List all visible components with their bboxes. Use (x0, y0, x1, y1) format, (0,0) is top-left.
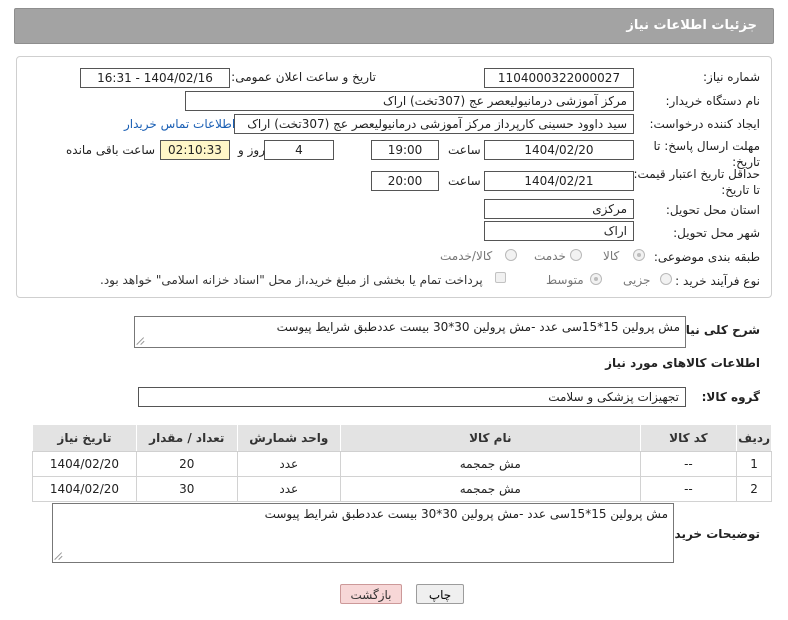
process-radio-medium[interactable] (590, 273, 602, 285)
category-label: طبقه بندی موضوعی: (653, 250, 760, 264)
cell-row: 2 (736, 476, 772, 502)
cell-unit: عدد (236, 476, 341, 502)
cell-quantity: 30 (135, 476, 238, 502)
description-textarea[interactable]: مش پرولین 15*15سی عدد -مش پرولین 30*30 ب… (134, 316, 686, 348)
cell-need-date: 1404/02/20 (32, 451, 137, 477)
page-header: جزئیات اطلاعات نیاز (14, 8, 774, 44)
deadline-date-field: 1404/02/20 (484, 140, 634, 160)
goods-group-field: تجهیزات پزشکی و سلامت (138, 387, 686, 407)
goods-section-title: اطلاعات کالاهای مورد نیاز (605, 356, 760, 370)
process-option-medium: متوسط (546, 273, 584, 287)
city-field: اراک (484, 221, 634, 241)
resize-handle-icon[interactable] (55, 552, 63, 560)
city-label: شهر محل تحویل: (673, 226, 760, 240)
validity-label: حداقل تاریخ اعتبار قیمت: تا تاریخ: (633, 167, 760, 197)
buyer-notes-text: مش پرولین 15*15سی عدد -مش پرولین 30*30 ب… (264, 507, 668, 521)
col-code: کد کالا (639, 424, 738, 452)
col-unit: واحد شمارش (236, 424, 341, 452)
goods-table: ردیف کد کالا نام کالا واحد شمارش تعداد /… (32, 424, 772, 502)
buyer-notes-textarea[interactable]: مش پرولین 15*15سی عدد -مش پرولین 30*30 ب… (52, 503, 674, 563)
deadline-days-field: 4 (264, 140, 334, 160)
process-radio-minor[interactable] (660, 273, 672, 285)
category-option-goods: کالا (603, 249, 620, 263)
table-header-row: ردیف کد کالا نام کالا واحد شمارش تعداد /… (32, 424, 772, 452)
cell-name: مش جمجمه (339, 476, 641, 502)
cell-unit: عدد (236, 451, 341, 477)
buyer-org-label: نام دستگاه خریدار: (665, 94, 761, 108)
province-field: مرکزی (484, 199, 634, 219)
print-button[interactable]: چاپ (416, 584, 464, 604)
page-title: جزئیات اطلاعات نیاز (626, 18, 757, 33)
cell-code: -- (639, 476, 738, 502)
process-label: نوع فرآیند خرید : (675, 274, 760, 288)
description-text: مش پرولین 15*15سی عدد -مش پرولین 30*30 ب… (276, 320, 680, 334)
col-need-date: تاریخ نیاز (32, 424, 137, 452)
cell-row: 1 (736, 451, 772, 477)
buyer-org-field: مرکز آموزشی درمانیولیعصر عج (307تخت) ارا… (185, 91, 634, 111)
creator-field: سید داوود حسینی کارپرداز مرکز آموزشی درم… (234, 114, 634, 134)
validity-time-label: ساعت (448, 174, 481, 188)
category-radio-goods-service[interactable] (505, 249, 517, 261)
col-quantity: تعداد / مقدار (135, 424, 238, 452)
announce-label: تاریخ و ساعت اعلان عمومی: (231, 70, 376, 84)
back-button[interactable]: بازگشت (340, 584, 402, 604)
validity-date-field: 1404/02/21 (484, 171, 634, 191)
category-radio-goods[interactable] (633, 249, 645, 261)
resize-handle-icon[interactable] (137, 337, 145, 345)
creator-label: ایجاد کننده درخواست: (649, 117, 760, 131)
col-name: نام کالا (339, 424, 641, 452)
col-row: ردیف (736, 424, 772, 452)
deadline-days-label: روز و (238, 143, 265, 157)
province-label: استان محل تحویل: (665, 203, 760, 217)
category-option-service: خدمت (534, 249, 566, 263)
category-radio-service[interactable] (570, 249, 582, 261)
need-number-label: شماره نیاز: (703, 70, 760, 84)
cell-code: -- (639, 451, 738, 477)
table-row: 1 -- مش جمجمه عدد 20 1404/02/20 (32, 451, 772, 477)
cell-need-date: 1404/02/20 (32, 476, 137, 502)
description-label: شرح کلی نیاز: (674, 323, 760, 337)
treasury-payment-note: پرداخت تمام یا بخشی از مبلغ خرید،از محل … (100, 273, 483, 287)
cell-quantity: 20 (135, 451, 238, 477)
process-option-minor: جزیی (623, 273, 651, 287)
deadline-time-label: ساعت (448, 143, 481, 157)
remaining-time-label: ساعت باقی مانده (66, 143, 156, 157)
treasury-payment-checkbox[interactable] (495, 272, 506, 283)
need-number-field: 1104000322000027 (484, 68, 634, 88)
validity-time-field: 20:00 (371, 171, 439, 191)
buyer-contact-link[interactable]: اطلاعات تماس خریدار (124, 117, 235, 131)
category-option-goods-service: کالا/خدمت (440, 249, 493, 263)
goods-group-label: گروه کالا: (701, 390, 760, 404)
cell-name: مش جمجمه (339, 451, 641, 477)
remaining-time-field: 02:10:33 (160, 140, 230, 160)
announce-field: 1404/02/16 - 16:31 (80, 68, 230, 88)
table-row: 2 -- مش جمجمه عدد 30 1404/02/20 (32, 476, 772, 502)
deadline-time-field: 19:00 (371, 140, 439, 160)
